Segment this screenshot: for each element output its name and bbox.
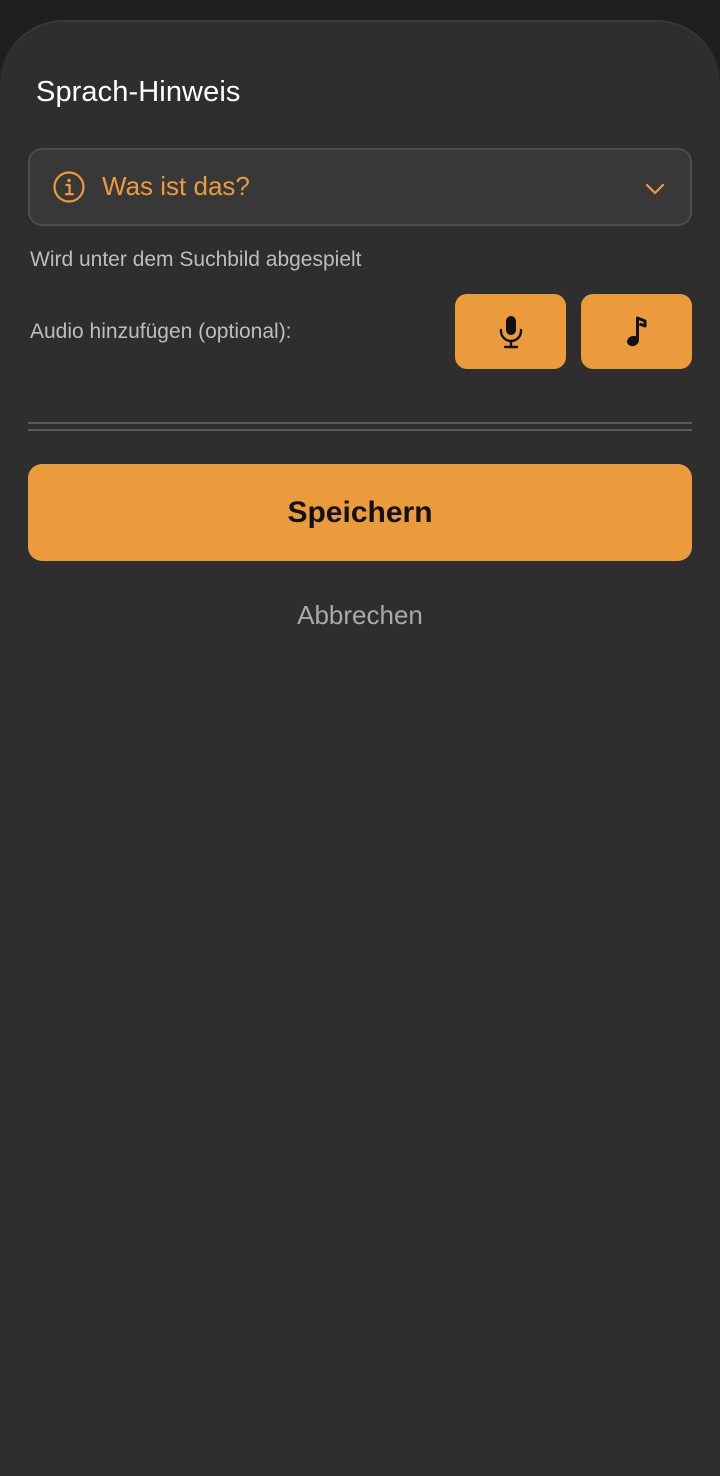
hint-type-value: Was ist das? [102, 171, 250, 201]
hint-type-select[interactable]: Was ist das? [28, 148, 692, 226]
save-button[interactable]: Speichern [28, 464, 692, 561]
record-audio-button[interactable] [455, 294, 566, 369]
divider [28, 422, 692, 424]
music-note-icon [626, 316, 646, 346]
hint-description: Wird unter dem Suchbild abgespielt [30, 248, 362, 271]
sheet-title: Sprach-Hinweis [36, 76, 241, 108]
divider [28, 429, 692, 431]
bottom-sheet: Sprach-Hinweis Was ist das? Wird unter d… [0, 20, 720, 1476]
add-music-button[interactable] [581, 294, 692, 369]
microphone-icon [499, 315, 522, 348]
cancel-button[interactable]: Abbrechen [0, 600, 720, 631]
chevron-down-icon [645, 183, 665, 195]
audio-label: Audio hinzufügen (optional): [30, 320, 292, 343]
info-icon [53, 171, 85, 203]
